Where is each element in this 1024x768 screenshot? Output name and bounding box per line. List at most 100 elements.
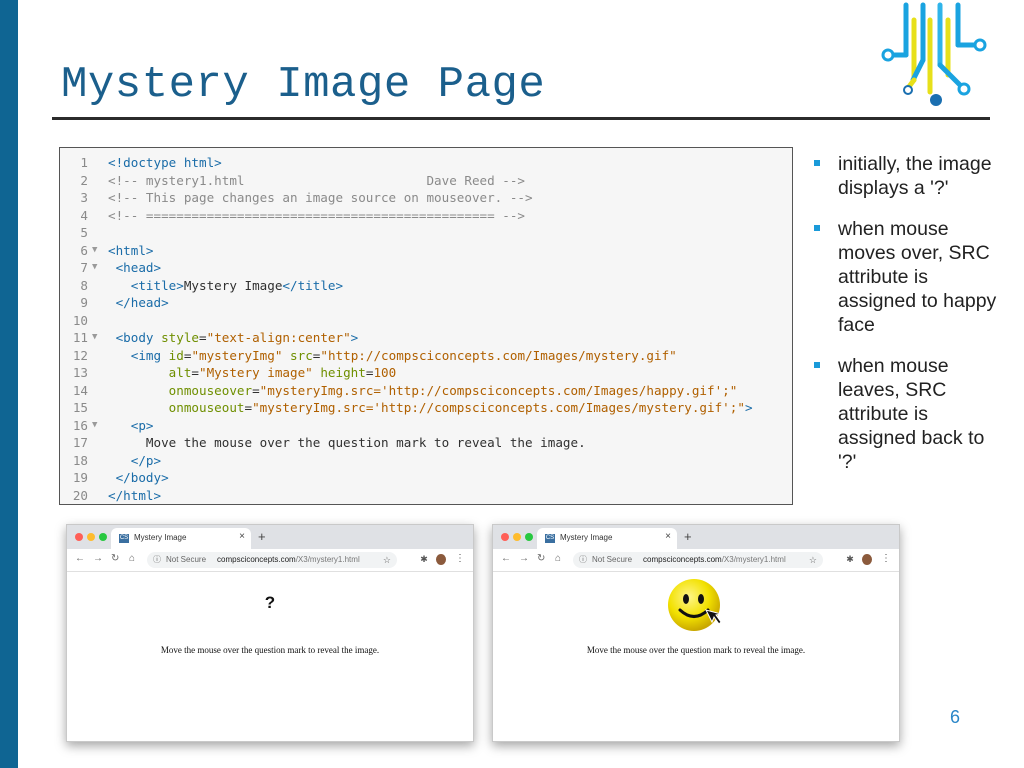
code-text: <!-- ===================================… bbox=[108, 207, 525, 225]
favicon-icon: CS bbox=[119, 534, 129, 543]
fold-arrow-icon[interactable]: ▼ bbox=[92, 417, 97, 435]
code-token: height bbox=[320, 365, 366, 380]
browser-window-hover: CS Mystery Image × + ← → ↻ ⌂ ⓘ Not Secur… bbox=[492, 524, 900, 742]
code-token: onmouseout bbox=[168, 400, 245, 415]
page-number: 6 bbox=[950, 707, 961, 727]
bullet-square-icon bbox=[814, 160, 820, 166]
menu-icon[interactable]: ⋮ bbox=[455, 553, 465, 564]
code-text: alt="Mystery image" height=100 bbox=[108, 364, 397, 382]
close-window-icon[interactable] bbox=[501, 533, 509, 541]
minimize-window-icon[interactable] bbox=[87, 533, 95, 541]
new-tab-icon[interactable]: + bbox=[258, 529, 266, 544]
forward-icon[interactable]: → bbox=[93, 553, 103, 564]
code-token: src bbox=[290, 347, 313, 363]
code-token: <html> bbox=[108, 242, 154, 258]
code-text: <!-- mystery1.html Dave Reed --> bbox=[108, 172, 525, 190]
line-number: 17 bbox=[72, 435, 88, 450]
code-token: <img bbox=[130, 347, 169, 363]
happy-face-image[interactable] bbox=[666, 577, 722, 633]
bullet-text: initially, the image displays a '?' bbox=[838, 153, 992, 199]
info-icon: ⓘ bbox=[153, 555, 161, 564]
code-text: <!doctype html> bbox=[108, 154, 222, 172]
fold-arrow-icon[interactable]: ▼ bbox=[92, 329, 97, 347]
line-number: 13 bbox=[72, 365, 88, 380]
line-number: 10 bbox=[72, 312, 88, 328]
browser-toolbar: ← → ↻ ⌂ ⓘ Not Secure compsciconcepts.com… bbox=[67, 549, 473, 572]
star-icon[interactable]: ☆ bbox=[383, 552, 391, 568]
question-mark-image[interactable]: ? bbox=[67, 593, 473, 613]
fold-arrow-icon[interactable]: ▼ bbox=[92, 242, 97, 260]
url-path: /X3/mystery1.html bbox=[295, 555, 360, 564]
avatar[interactable] bbox=[862, 554, 872, 565]
url-text: compsciconcepts.com/X3/mystery1.html bbox=[643, 552, 786, 568]
home-icon[interactable]: ⌂ bbox=[129, 553, 135, 564]
code-text: <title>Mystery Image</title> bbox=[108, 277, 343, 295]
browser-window-initial: CS Mystery Image × + ← → ↻ ⌂ ⓘ Not Secur… bbox=[66, 524, 474, 742]
home-icon[interactable]: ⌂ bbox=[555, 553, 561, 564]
code-text: </html> bbox=[108, 487, 161, 505]
tab-mystery-image[interactable]: CS Mystery Image × bbox=[111, 528, 251, 549]
line-number: 3 bbox=[80, 190, 88, 205]
address-bar[interactable]: ⓘ Not Secure compsciconcepts.com/X3/myst… bbox=[573, 552, 823, 568]
line-number: 15 bbox=[72, 400, 88, 415]
line-number: 5 bbox=[80, 225, 88, 240]
back-icon[interactable]: ← bbox=[501, 553, 511, 564]
back-icon[interactable]: ← bbox=[75, 553, 85, 564]
bullet-item: when mouse leaves, SRC attribute is assi… bbox=[814, 354, 1004, 474]
bullet-text: when mouse moves over, SRC attribute is … bbox=[838, 218, 997, 336]
code-token: <!doctype html> bbox=[108, 155, 222, 170]
line-number: 12 bbox=[72, 347, 88, 363]
slide-title: Mystery Image Page bbox=[61, 60, 546, 110]
code-token: <body bbox=[115, 330, 162, 345]
circuit-logo bbox=[881, 2, 987, 106]
avatar[interactable] bbox=[436, 554, 446, 565]
line-number: 2 bbox=[80, 172, 88, 188]
bullet-square-icon bbox=[814, 225, 820, 231]
code-token: "mysteryImg.src='http://compsciconcepts.… bbox=[259, 382, 738, 398]
page-paragraph: Move the mouse over the question mark to… bbox=[586, 645, 806, 655]
reload-icon[interactable]: ↻ bbox=[537, 553, 545, 564]
bullet-item: initially, the image displays a '?' bbox=[814, 152, 1004, 200]
url-text: compsciconcepts.com/X3/mystery1.html bbox=[217, 552, 360, 568]
tab-mystery-image[interactable]: CS Mystery Image × bbox=[537, 528, 677, 549]
address-bar[interactable]: ⓘ Not Secure compsciconcepts.com/X3/myst… bbox=[147, 552, 397, 568]
code-token: <head> bbox=[115, 260, 162, 275]
code-token: = bbox=[244, 400, 253, 415]
maximize-window-icon[interactable] bbox=[99, 533, 107, 541]
line-number: 18 bbox=[72, 452, 88, 468]
code-token: "mysteryImg" bbox=[191, 347, 283, 363]
not-secure-label: Not Secure bbox=[166, 555, 207, 564]
code-token: > bbox=[744, 400, 753, 415]
forward-icon[interactable]: → bbox=[519, 553, 529, 564]
new-tab-icon[interactable]: + bbox=[684, 529, 692, 544]
title-divider bbox=[52, 117, 990, 120]
line-number: 16 bbox=[72, 417, 88, 433]
extensions-icon[interactable]: ✱ bbox=[419, 554, 429, 564]
code-token: </p> bbox=[130, 452, 162, 468]
reload-icon[interactable]: ↻ bbox=[111, 553, 119, 564]
extensions-icon[interactable]: ✱ bbox=[845, 554, 855, 564]
fold-arrow-icon[interactable]: ▼ bbox=[92, 259, 97, 277]
menu-icon[interactable]: ⋮ bbox=[881, 553, 891, 564]
bullet-square-icon bbox=[814, 362, 820, 368]
code-token: = bbox=[199, 330, 207, 345]
code-token: <p> bbox=[130, 417, 154, 433]
tab-close-icon[interactable]: × bbox=[239, 531, 245, 542]
browser-toolbar: ← → ↻ ⌂ ⓘ Not Secure compsciconcepts.com… bbox=[493, 549, 899, 572]
maximize-window-icon[interactable] bbox=[525, 533, 533, 541]
favicon-icon: CS bbox=[545, 534, 555, 543]
minimize-window-icon[interactable] bbox=[513, 533, 521, 541]
code-token: Move the mouse over the question mark to… bbox=[108, 435, 586, 450]
tab-close-icon[interactable]: × bbox=[665, 531, 671, 542]
code-text: onmouseover="mysteryImg.src='http://comp… bbox=[108, 382, 738, 400]
close-window-icon[interactable] bbox=[75, 533, 83, 541]
code-token: = bbox=[191, 365, 200, 380]
line-number: 4 bbox=[80, 207, 88, 223]
code-text: <!-- This page changes an image source o… bbox=[108, 189, 533, 207]
star-icon[interactable]: ☆ bbox=[809, 552, 817, 568]
